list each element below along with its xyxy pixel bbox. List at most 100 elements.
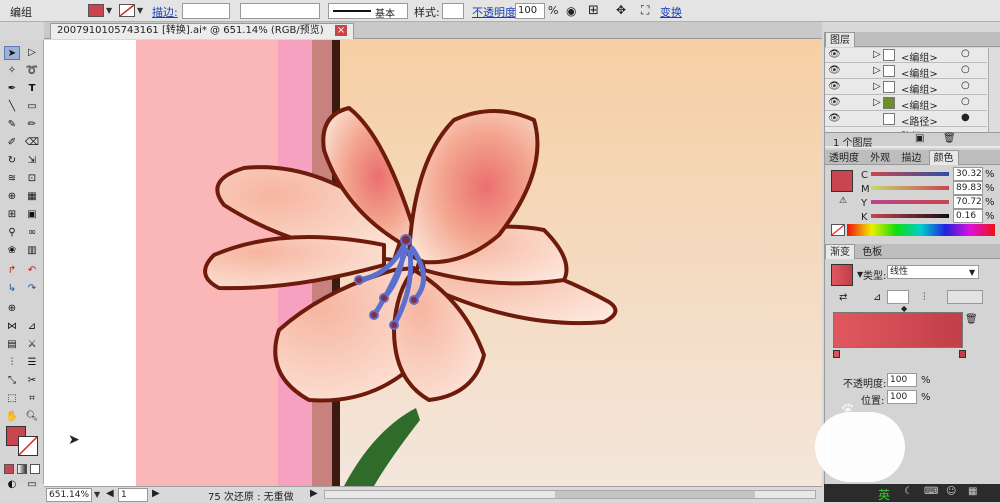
horizontal-scrollbar[interactable]	[324, 490, 816, 499]
chevron-down-icon[interactable]: ▼	[94, 490, 100, 499]
pencil-tool-icon[interactable]: ✏	[24, 118, 40, 132]
stop-opacity-input[interactable]: 100	[887, 373, 917, 387]
line-tool-icon[interactable]: ╲	[4, 100, 20, 114]
chevron-down-icon[interactable]: ▼	[969, 268, 975, 277]
color-fill-swatch[interactable]	[831, 170, 853, 192]
type-tool-icon[interactable]: T	[24, 82, 40, 96]
slice-select-tool-icon[interactable]: ⊿	[24, 320, 40, 334]
layer-row[interactable]: 👁︎ ▷ <编组> ○	[825, 80, 987, 96]
stroke-link[interactable]: 描边:	[152, 4, 178, 20]
crop-tool-icon[interactable]: ⌗	[24, 392, 40, 406]
channel-c-slider[interactable]	[871, 172, 949, 176]
recolor-icon[interactable]: ◉	[566, 4, 576, 18]
scale-tool-icon[interactable]: ⇲	[24, 154, 40, 168]
free-transform-tool-icon[interactable]: ⊡	[24, 172, 40, 186]
zoom-select[interactable]: 651.14%	[46, 488, 92, 502]
target-circle-icon[interactable]: ○	[961, 48, 970, 59]
channel-k-slider[interactable]	[871, 214, 949, 218]
expand-triangle-icon[interactable]: ▷	[873, 97, 881, 108]
blend-tool-icon[interactable]: ∞	[24, 226, 40, 240]
fill-swatch[interactable]	[88, 4, 104, 17]
knife-tool-icon[interactable]: ⚔	[24, 338, 40, 352]
opacity-link[interactable]: 不透明度:	[472, 4, 520, 20]
delete-stop-icon[interactable]: 🗑︎	[965, 314, 978, 325]
delete-layer-icon[interactable]: 🗑︎	[943, 133, 956, 144]
color-tab[interactable]: 颜色	[928, 150, 959, 165]
eyedropper-tool-icon[interactable]: ⚲	[4, 226, 20, 240]
stop-position-input[interactable]: 100	[887, 390, 917, 404]
layer-row[interactable]: 👁︎ ▷ <编组> ○	[825, 96, 987, 112]
stroke-swatch[interactable]	[119, 4, 135, 17]
eraser-tool-icon[interactable]: ⌫	[24, 136, 40, 150]
color-spectrum[interactable]	[847, 224, 995, 236]
reverse-gradient-icon[interactable]: ⇄	[839, 292, 847, 303]
transparency-tab[interactable]: 透明度	[825, 151, 863, 166]
target-circle-filled-icon[interactable]: ●	[961, 112, 970, 123]
column-graph-tool-icon[interactable]: ▥	[24, 244, 40, 258]
layer-row[interactable]: 👁︎ ▷ <编组> ○	[825, 48, 987, 64]
perspective-grid-tool-icon[interactable]: ▦	[24, 190, 40, 204]
scissors-tool-icon[interactable]: ✂	[24, 374, 40, 388]
channel-m-input[interactable]: 89.83	[953, 181, 983, 195]
channel-k-input[interactable]: 0.16	[953, 209, 983, 223]
target-circle-icon[interactable]: ○	[961, 80, 970, 91]
appearance-tab[interactable]: 外观	[866, 151, 894, 166]
opacity-input[interactable]: 100	[515, 3, 545, 19]
bar-graph-icon[interactable]: ⫶	[4, 356, 20, 370]
variable-width-select[interactable]	[240, 3, 320, 19]
draw-mode-icon[interactable]: ◐	[4, 478, 20, 492]
chevron-down-icon[interactable]: ▼	[106, 6, 112, 15]
channel-y-input[interactable]: 70.72	[953, 195, 983, 209]
rotate-tool-icon[interactable]: ↻	[4, 154, 20, 168]
expand-triangle-icon[interactable]: ▷	[873, 65, 881, 76]
target-circle-icon[interactable]: ○	[961, 64, 970, 75]
gradient-mode-icon[interactable]	[17, 464, 27, 474]
pen-tool-icon[interactable]: ✒	[4, 82, 20, 96]
new-layer-icon[interactable]: ▣	[915, 133, 924, 144]
width-tool-icon[interactable]: ⤡	[4, 374, 20, 388]
channel-y-slider[interactable]	[871, 200, 949, 204]
brush-definition-select[interactable]: 基本	[328, 3, 408, 20]
status-menu-icon[interactable]: ▶	[310, 488, 318, 499]
paintbrush-tool-icon[interactable]: ✎	[4, 118, 20, 132]
layers-scrollbar[interactable]	[988, 48, 1000, 144]
page-select[interactable]: 1	[118, 488, 148, 502]
ime-label[interactable]: 英	[878, 486, 890, 503]
gradient-type-select[interactable]: 线性	[887, 265, 979, 279]
mesh-tool-icon[interactable]: ⊞	[4, 208, 20, 222]
swatches-tab[interactable]: 色板	[858, 245, 886, 260]
direct-selection-tool-icon[interactable]: ▷	[24, 46, 40, 60]
angle-input[interactable]	[887, 290, 909, 304]
document-tab[interactable]: 2007910105743161 [转换].ai* @ 651.14% (RGB…	[50, 23, 355, 39]
expand-triangle-icon[interactable]: ▷	[873, 81, 881, 92]
aspect-ratio-input[interactable]	[947, 290, 983, 304]
none-color-icon[interactable]	[831, 224, 845, 236]
layer-row[interactable]: 👁︎ <路径> ●	[825, 112, 987, 128]
gradient-tab[interactable]: 渐变	[825, 244, 855, 259]
gradient-stop-right[interactable]	[959, 350, 966, 358]
gradient-stop-left[interactable]	[833, 350, 840, 358]
stroke-tab[interactable]: 描边	[897, 151, 925, 166]
chevron-down-icon[interactable]: ▼	[137, 6, 143, 15]
artboard-select-icon[interactable]: ⬚	[4, 392, 20, 406]
next-page-icon[interactable]: ▶	[152, 488, 160, 499]
prev-page-icon[interactable]: ◀	[106, 488, 114, 499]
visibility-eye-icon[interactable]: 👁︎	[828, 113, 841, 124]
list-icon[interactable]: ☰	[24, 356, 40, 370]
isolate-icon[interactable]: ✥	[616, 3, 626, 17]
target-circle-icon[interactable]: ○	[961, 96, 970, 107]
scrollbar-thumb[interactable]	[555, 491, 755, 498]
color-mode-icon[interactable]	[4, 464, 14, 474]
graphic-style-select[interactable]	[442, 3, 464, 19]
tray-keyboard-icon[interactable]: ⌨	[924, 486, 938, 497]
visibility-eye-icon[interactable]: 👁︎	[828, 65, 841, 76]
close-tab-icon[interactable]: ×	[334, 25, 348, 36]
lasso-tool-icon[interactable]: ➰	[24, 64, 40, 78]
gradient-thumbnail[interactable]	[831, 264, 853, 286]
out-of-gamut-icon[interactable]: ⚠	[839, 196, 847, 206]
tray-moon-icon[interactable]: ☾	[904, 486, 913, 497]
tray-person-icon[interactable]: ☺	[946, 486, 956, 497]
gradient-tool-icon[interactable]: ▣	[24, 208, 40, 222]
canvas-area[interactable]: ➤	[44, 40, 822, 486]
visibility-eye-icon[interactable]: 👁︎	[828, 81, 841, 92]
